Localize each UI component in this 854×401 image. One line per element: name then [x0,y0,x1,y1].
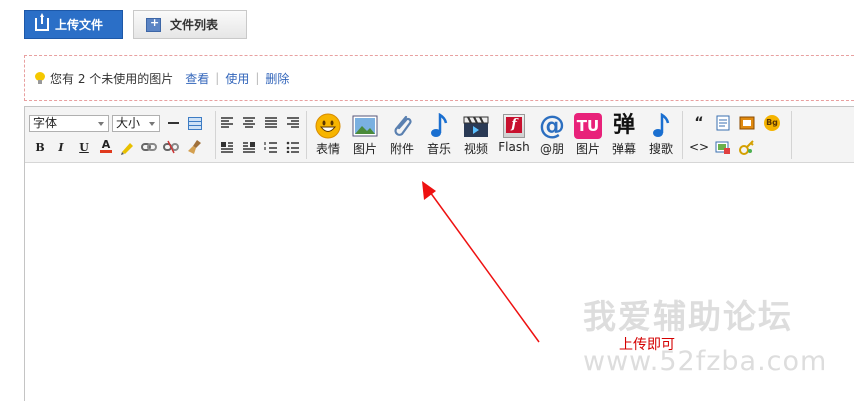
page: 上传文件 文件列表 您有 2 个未使用的图片 查看 | 使用 | 删除 字体 大… [0,0,854,401]
annotation-arrow [422,181,540,343]
watermark-title: 我爱辅助论坛 [583,297,793,336]
watermark-url: www.52fzba.com [583,346,828,377]
